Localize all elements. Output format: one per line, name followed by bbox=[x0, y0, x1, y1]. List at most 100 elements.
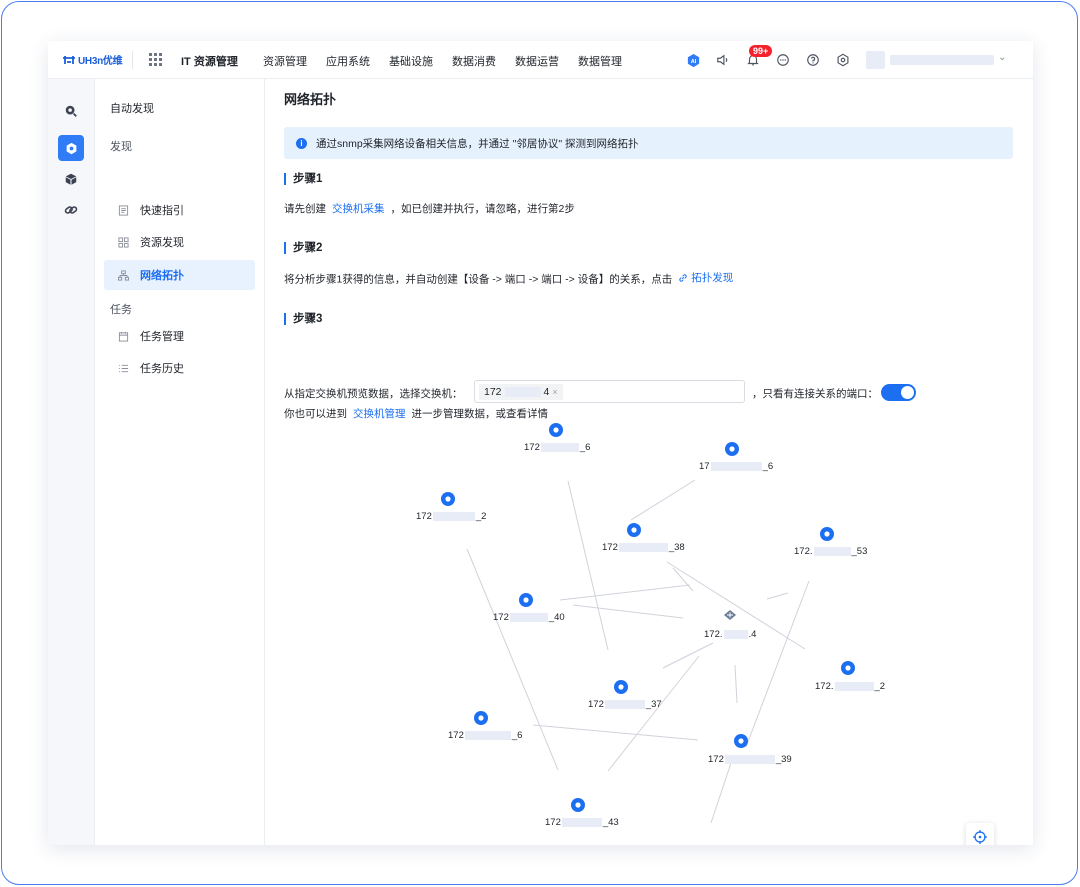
node-label-prefix: 172 bbox=[493, 612, 509, 623]
switch-node-icon[interactable] bbox=[723, 608, 737, 622]
chevron-down-icon[interactable]: ⌄ bbox=[998, 52, 1006, 63]
divider bbox=[132, 51, 133, 69]
node-label: 172 _2 bbox=[416, 511, 486, 522]
rail-link-button[interactable] bbox=[58, 197, 84, 223]
redacted-text bbox=[509, 613, 548, 622]
sidebar-item-label: 任务管理 bbox=[140, 331, 184, 343]
tag-prefix: 172 bbox=[484, 386, 502, 398]
redacted-text bbox=[561, 818, 602, 827]
rail-cube-button[interactable] bbox=[58, 166, 84, 192]
nav-item[interactable]: 基础设施 bbox=[389, 53, 433, 69]
topology-edge bbox=[532, 724, 699, 741]
redacted-text bbox=[464, 731, 511, 740]
connected-ports-toggle[interactable] bbox=[881, 384, 916, 401]
node-label-suffix: _6 bbox=[579, 442, 591, 453]
node-label-prefix: 172 bbox=[708, 754, 724, 765]
topology-edge bbox=[607, 655, 700, 772]
node-label-suffix: .4 bbox=[748, 629, 757, 640]
nav-item[interactable]: 数据管理 bbox=[578, 53, 622, 69]
document-icon bbox=[117, 204, 129, 216]
speaker-icon[interactable] bbox=[715, 52, 731, 68]
user-name-redacted[interactable] bbox=[890, 55, 994, 65]
info-icon: i bbox=[296, 137, 307, 149]
rail-discovery-button[interactable] bbox=[58, 135, 84, 161]
ai-icon[interactable]: AI bbox=[685, 52, 701, 68]
step3-heading: 步骤3 bbox=[284, 313, 322, 325]
cube-icon bbox=[65, 173, 77, 185]
nav-item[interactable]: 应用系统 bbox=[326, 53, 370, 69]
info-text: 通过snmp采集网络设备相关信息，并通过 "邻居协议" 探测到网络拓扑 bbox=[316, 137, 639, 150]
sidebar-item-label: 资源发现 bbox=[140, 237, 184, 249]
topology-edge bbox=[710, 759, 733, 824]
nav-item[interactable]: 资源管理 bbox=[263, 53, 307, 69]
device-node-icon[interactable] bbox=[841, 661, 855, 675]
step3-select-label: 从指定交换机预览数据，选择交换机： bbox=[284, 388, 463, 400]
close-icon[interactable]: × bbox=[552, 387, 557, 397]
device-node-icon[interactable] bbox=[734, 734, 748, 748]
node-label: 172 _40 bbox=[493, 612, 565, 623]
chat-icon[interactable] bbox=[775, 52, 791, 68]
node-label-suffix: _2 bbox=[874, 681, 886, 692]
sidebar-item-resource-discovery[interactable]: 资源发现 bbox=[104, 227, 255, 257]
device-node-icon[interactable] bbox=[614, 680, 628, 694]
redacted-text bbox=[432, 512, 475, 521]
node-label-prefix: 172 bbox=[588, 699, 604, 710]
topology-edge bbox=[766, 592, 789, 600]
topology-edge bbox=[630, 479, 696, 521]
nav-item[interactable]: 数据运营 bbox=[515, 53, 559, 69]
topology-discovery-label: 拓扑发现 bbox=[691, 272, 734, 284]
device-node-icon[interactable] bbox=[820, 527, 834, 541]
node-label: 172. _2 bbox=[815, 681, 885, 692]
node-label: 172 _6 bbox=[524, 442, 590, 453]
node-label-suffix: _39 bbox=[775, 754, 792, 765]
device-node-icon[interactable] bbox=[519, 593, 533, 607]
nav-item[interactable]: 数据消费 bbox=[452, 53, 496, 69]
sidebar-title: 自动发现 bbox=[110, 103, 154, 115]
topology-edge bbox=[734, 664, 738, 704]
app-title: IT 资源管理 bbox=[181, 56, 238, 68]
device-node-icon[interactable] bbox=[441, 492, 455, 506]
redacted-text bbox=[724, 755, 775, 764]
topology-edges bbox=[466, 479, 810, 824]
help-icon[interactable] bbox=[805, 52, 821, 68]
step2-text-before: 将分析步骤1获得的信息，并自动创建【设备 -> 端口 -> 端口 -> 设备】的… bbox=[284, 273, 673, 286]
sidebar-item-task-history[interactable]: 任务历史 bbox=[104, 353, 255, 383]
step1-text-after: ，如已创建并执行，请忽略，进行第2步 bbox=[390, 203, 575, 215]
node-label: 172. .4 bbox=[704, 629, 756, 640]
redacted-text bbox=[604, 700, 645, 709]
apps-grid-icon[interactable] bbox=[149, 53, 162, 66]
switch-collect-link[interactable]: 交换机采集 bbox=[332, 203, 385, 215]
main-content: 网络拓扑 i 通过snmp采集网络设备相关信息，并通过 "邻居协议" 探测到网络… bbox=[265, 79, 1033, 845]
settings-icon[interactable] bbox=[835, 52, 851, 68]
device-node-icon[interactable] bbox=[627, 523, 641, 537]
search-icon bbox=[65, 105, 77, 117]
sidebar-item-network-topology[interactable]: 网络拓扑 bbox=[104, 260, 255, 290]
topology-edge bbox=[559, 584, 691, 601]
topology-edge bbox=[572, 604, 684, 619]
logo[interactable]: UH3n优维 bbox=[62, 52, 123, 67]
device-node-icon[interactable] bbox=[571, 798, 585, 812]
topology-graph[interactable]: 172 _6 17 _6 172 _2 172 _38 172. _53 172 _40 172. _2 1… bbox=[265, 419, 1033, 845]
device-node-icon[interactable] bbox=[725, 442, 739, 456]
avatar[interactable] bbox=[866, 51, 885, 69]
logo-icon bbox=[63, 55, 75, 64]
switch-select[interactable]: 172 4 × bbox=[474, 380, 745, 403]
sidebar-item-label: 任务历史 bbox=[140, 363, 184, 375]
rail-search-button[interactable] bbox=[58, 98, 84, 124]
hexagon-icon bbox=[66, 142, 76, 154]
redacted-text bbox=[540, 443, 579, 452]
crosshair-icon bbox=[973, 830, 987, 844]
sidebar-item-quick-guide[interactable]: 快速指引 bbox=[104, 195, 255, 225]
link-icon bbox=[679, 273, 687, 282]
node-label-suffix: _38 bbox=[668, 542, 685, 553]
topology-discovery-link[interactable]: 拓扑发现 bbox=[678, 270, 733, 285]
node-label: 17 _6 bbox=[699, 461, 773, 472]
locate-button[interactable] bbox=[966, 823, 994, 845]
step2-heading: 步骤2 bbox=[284, 242, 322, 254]
sidebar-item-task-manage[interactable]: 任务管理 bbox=[104, 321, 255, 351]
topology-edge bbox=[745, 580, 810, 748]
top-bar: UH3n优维 IT 资源管理 资源管理 应用系统 基础设施 数据消费 数据运营 … bbox=[48, 41, 1033, 79]
device-node-icon[interactable] bbox=[549, 423, 563, 437]
device-node-icon[interactable] bbox=[474, 711, 488, 725]
node-label-prefix: 172 bbox=[416, 511, 432, 522]
